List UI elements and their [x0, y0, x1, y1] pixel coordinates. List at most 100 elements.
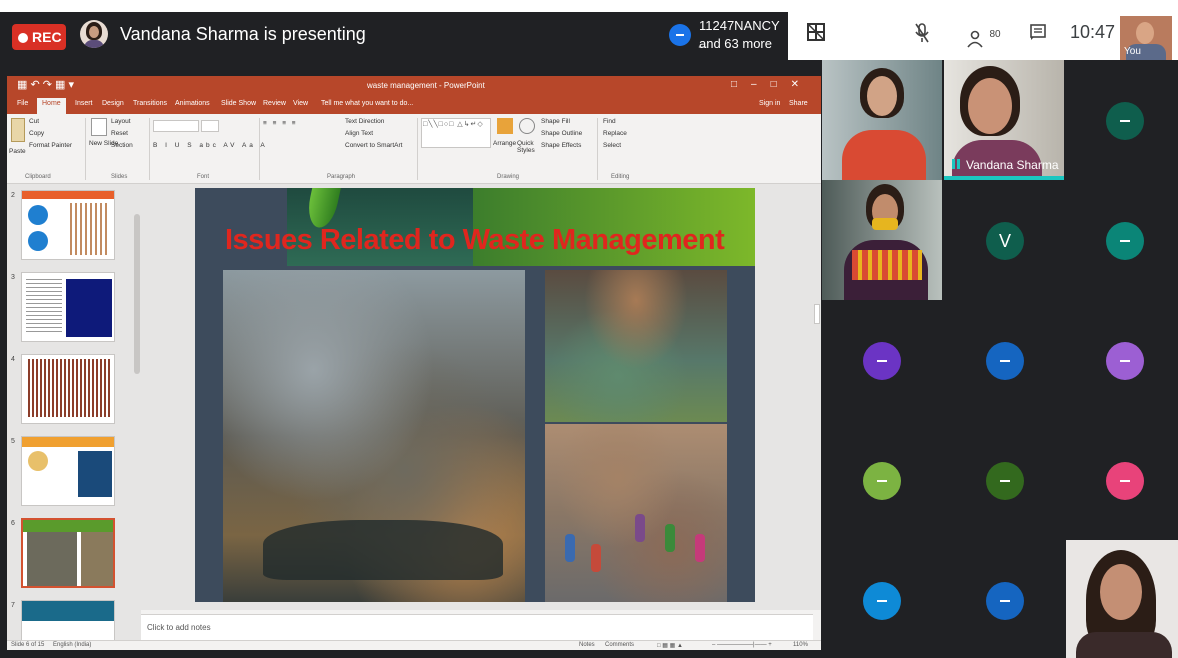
tab-review[interactable]: Review [263, 100, 286, 107]
participant-tile[interactable] [1066, 420, 1178, 540]
arrange-icon[interactable] [497, 118, 513, 134]
chat-icon[interactable] [1026, 22, 1050, 48]
select-button[interactable]: Select [603, 142, 621, 149]
participant-tile[interactable]: V [944, 180, 1064, 300]
participant-avatar-icon [863, 582, 901, 620]
quick-styles-button[interactable]: Quick Styles [517, 140, 537, 154]
shapes-gallery[interactable]: □╲╲□○□ △↳↵◇ [421, 118, 491, 148]
slide-thumbnail[interactable] [21, 600, 115, 640]
tab-slideshow[interactable]: Slide Show [221, 100, 256, 107]
slide-image-polluted-water[interactable] [545, 270, 727, 422]
participants-line2: and 63 more [699, 36, 772, 51]
group-paragraph-label: Paragraph [327, 174, 356, 180]
smartart-button[interactable]: Convert to SmartArt [345, 142, 402, 149]
ppt-ribbon: Paste Cut Copy Format Painter Clipboard … [7, 114, 821, 184]
paste-button[interactable]: Paste [9, 148, 26, 155]
tab-home[interactable]: Home [37, 98, 66, 114]
participant-tile-speaker[interactable]: Vandana Sharma [944, 60, 1064, 180]
copy-button[interactable]: Copy [29, 130, 44, 137]
participant-tile[interactable] [944, 300, 1064, 420]
paragraph-buttons[interactable]: ≡ ≡ ≡ ≡ [263, 120, 298, 127]
quick-styles-icon[interactable] [519, 118, 535, 134]
font-size-field[interactable] [201, 120, 219, 132]
powerpoint-window: ▦ ↶ ↷ ▦ ▾ waste management - PowerPoint … [7, 76, 821, 650]
layout-grid-icon[interactable] [804, 22, 828, 48]
replace-button[interactable]: Replace [603, 130, 627, 137]
cut-button[interactable]: Cut [29, 118, 39, 125]
tab-animations[interactable]: Animations [175, 100, 210, 107]
participant-tile[interactable] [822, 300, 942, 420]
zoom-level[interactable]: 110% [793, 642, 808, 648]
format-painter-button[interactable]: Format Painter [29, 142, 72, 149]
reset-button[interactable]: Reset [111, 130, 128, 137]
meet-top-bar: REC Vandana Sharma is presenting 11247NA… [0, 12, 1178, 60]
tab-view[interactable]: View [293, 100, 308, 107]
participant-tile-video[interactable] [1066, 540, 1178, 658]
align-text-button[interactable]: Align Text [345, 130, 373, 137]
tab-design[interactable]: Design [102, 100, 124, 107]
recording-label: REC [32, 29, 62, 45]
thumbnail-scrollbar[interactable] [133, 184, 141, 640]
tab-file[interactable]: File [17, 100, 28, 107]
new-slide-icon[interactable] [91, 118, 107, 136]
find-button[interactable]: Find [603, 118, 616, 125]
status-language[interactable]: English (India) [53, 642, 91, 648]
participant-tile-video[interactable] [822, 180, 942, 300]
section-button[interactable]: Section [111, 142, 133, 149]
signin-link[interactable]: Sign in [759, 100, 780, 107]
participant-avatar-icon [1106, 462, 1144, 500]
comments-button[interactable]: Comments [605, 642, 634, 648]
current-slide[interactable]: Issues Related to Waste Management [195, 188, 755, 602]
tab-transitions[interactable]: Transitions [133, 100, 167, 107]
slide-thumbnail[interactable] [21, 272, 115, 342]
notes-pane[interactable]: Click to add notes [141, 614, 813, 640]
slide-thumbnail[interactable] [21, 190, 115, 260]
paste-icon[interactable] [11, 118, 25, 142]
self-view-thumbnail[interactable]: You [1120, 16, 1172, 60]
participant-tile[interactable] [822, 420, 942, 540]
participant-tile[interactable] [1066, 60, 1178, 180]
quick-access-icons[interactable]: ▦ ↶ ↷ ▦ ▾ [17, 78, 74, 91]
slide-thumbnail-selected[interactable] [21, 518, 115, 588]
notes-button[interactable]: Notes [579, 642, 595, 648]
shape-outline-button[interactable]: Shape Outline [541, 130, 582, 137]
tell-me-search[interactable]: Tell me what you want to do... [321, 100, 413, 107]
window-controls[interactable]: □–□✕ [731, 79, 813, 90]
thumb-number: 6 [11, 520, 15, 527]
ppt-window-title: waste management - PowerPoint [367, 81, 485, 90]
participant-avatar-icon [986, 582, 1024, 620]
slide-image-waste-pickers[interactable] [545, 424, 727, 602]
tab-insert[interactable]: Insert [75, 100, 93, 107]
shape-fill-button[interactable]: Shape Fill [541, 118, 570, 125]
slide-image-garbage-dump[interactable] [223, 270, 525, 602]
participant-tile[interactable] [944, 420, 1064, 540]
participant-tile[interactable] [1066, 180, 1178, 300]
participant-avatar-icon [986, 462, 1024, 500]
slide-title[interactable]: Issues Related to Waste Management [225, 224, 725, 257]
font-format-buttons[interactable]: B I U S abc AV Aa A [153, 142, 268, 149]
thumb-number: 2 [11, 192, 15, 199]
thumb-number: 4 [11, 356, 15, 363]
layout-button[interactable]: Layout [111, 118, 131, 125]
participant-tile[interactable] [944, 540, 1064, 658]
participant-avatar-v: V [986, 222, 1024, 260]
share-button[interactable]: Share [789, 100, 808, 107]
people-icon[interactable]: 80 [966, 22, 1002, 48]
mic-off-icon[interactable] [910, 22, 934, 48]
slide-thumbnail[interactable] [21, 354, 115, 424]
text-direction-button[interactable]: Text Direction [345, 118, 384, 125]
view-buttons[interactable]: □ ▦ ▦ ▲ [657, 642, 683, 649]
participant-tile[interactable] [822, 540, 942, 658]
participant-tile-video[interactable] [822, 60, 942, 180]
arrange-button[interactable]: Arrange [493, 140, 516, 147]
speaker-name: Vandana Sharma [966, 158, 1059, 172]
slide-thumbnail[interactable] [21, 436, 115, 506]
participant-tile[interactable] [1066, 300, 1178, 420]
slide-scrollbar[interactable] [813, 184, 821, 610]
group-slides-label: Slides [111, 174, 128, 180]
zoom-slider[interactable]: – ——————|—— + [712, 642, 772, 648]
status-slide-count: Slide 6 of 15 [11, 642, 45, 648]
shape-effects-button[interactable]: Shape Effects [541, 142, 581, 149]
font-name-field[interactable] [153, 120, 199, 132]
participants-chip[interactable]: 11247NANCY _ and 63 more [665, 14, 785, 58]
